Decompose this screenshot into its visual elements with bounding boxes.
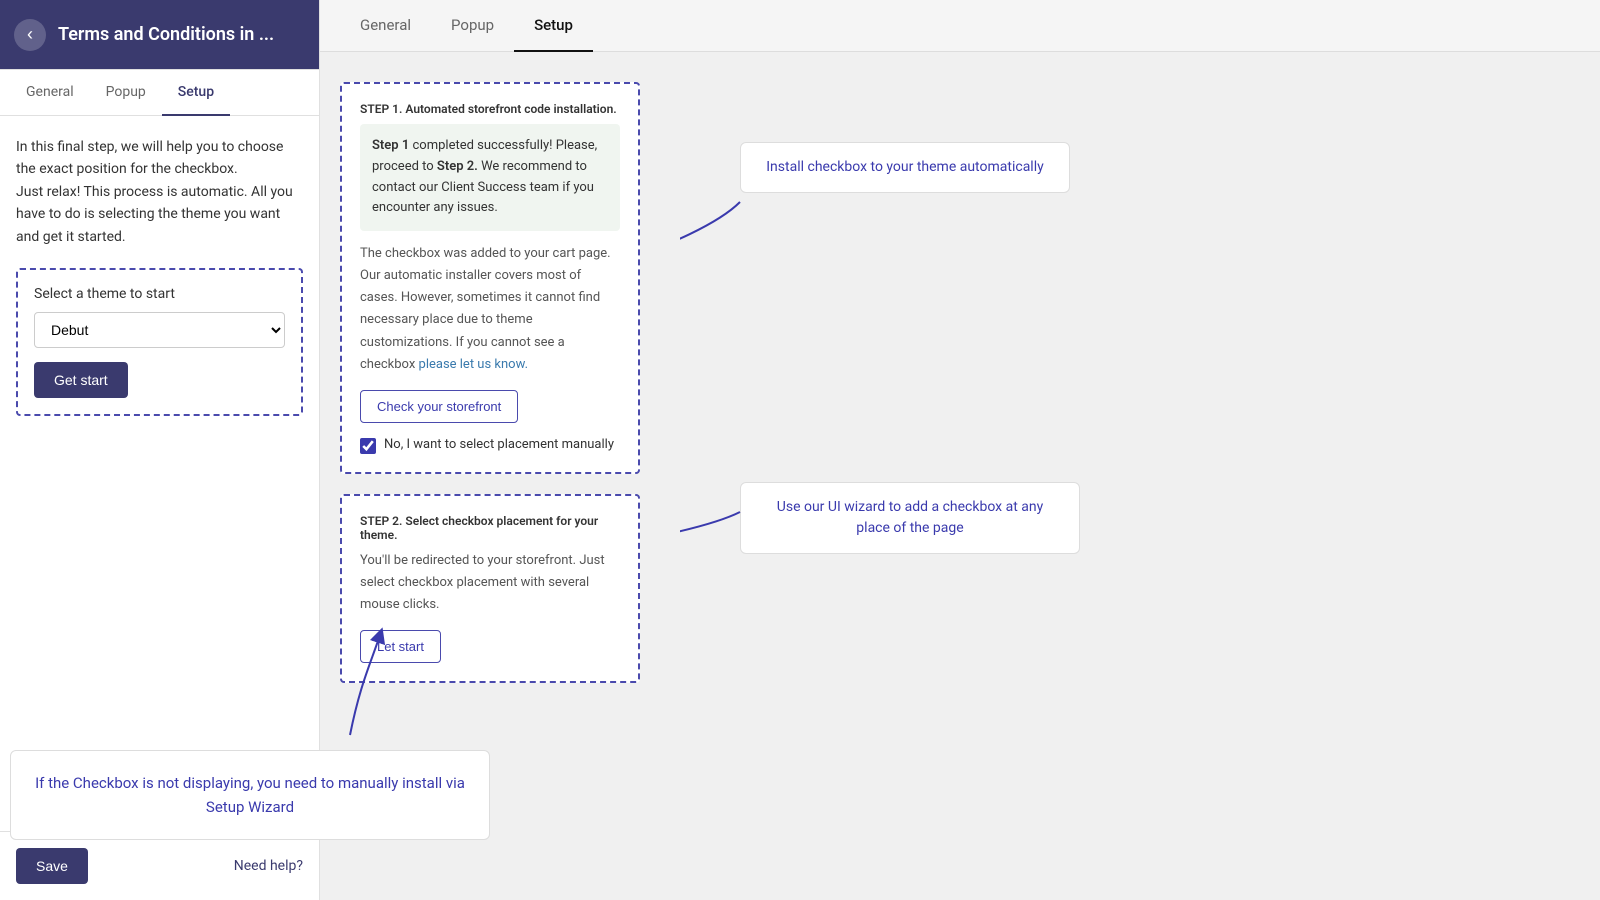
check-storefront-button[interactable]: Check your storefront: [360, 390, 518, 423]
annotation-middle-box: Use our UI wizard to add a checkbox at a…: [740, 482, 1080, 554]
manual-placement-label: No, I want to select placement manually: [384, 437, 614, 452]
save-button[interactable]: Save: [16, 848, 88, 884]
main-tab-setup[interactable]: Setup: [514, 0, 593, 52]
get-start-button[interactable]: Get start: [34, 362, 128, 398]
theme-select-label: Select a theme to start: [34, 286, 285, 302]
annotation-top-box: Install checkbox to your theme automatic…: [740, 142, 1070, 193]
manual-placement-row: No, I want to select placement manually: [360, 437, 620, 454]
annotation-top-text: Install checkbox to your theme automatic…: [766, 159, 1044, 175]
main-tab-general[interactable]: General: [340, 0, 431, 52]
theme-dropdown[interactable]: Debut: [34, 312, 285, 348]
step1-body-text: The checkbox was added to your cart page…: [360, 243, 620, 376]
sidebar-title: Terms and Conditions in ...: [58, 24, 274, 45]
please-let-us-know-link[interactable]: please let us know.: [419, 357, 528, 372]
step2-box: STEP 2. Select checkbox placement for yo…: [340, 494, 640, 683]
sidebar-header: ‹ Terms and Conditions in ...: [0, 0, 319, 70]
step1-box: STEP 1. Automated storefront code instal…: [340, 82, 640, 474]
step2-ref: Step 2.: [437, 159, 478, 174]
sidebar-tab-general[interactable]: General: [10, 70, 90, 116]
annotation-middle-text: Use our UI wizard to add a checkbox at a…: [777, 499, 1043, 536]
main-tabs: General Popup Setup: [320, 0, 1600, 52]
sidebar-tab-popup[interactable]: Popup: [90, 70, 162, 116]
sidebar-tab-setup[interactable]: Setup: [162, 70, 230, 116]
sidebar-footer: Save Need help?: [0, 831, 319, 900]
let-start-button[interactable]: Let start: [360, 630, 441, 663]
left-annotation-box: If the Checkbox is not displaying, you n…: [10, 750, 490, 840]
left-annotation-text: If the Checkbox is not displaying, you n…: [33, 771, 467, 819]
step2-label: STEP 2. Select checkbox placement for yo…: [360, 514, 620, 542]
sidebar-content: In this final step, we will help you to …: [0, 116, 319, 831]
theme-select-box: Select a theme to start Debut Get start: [16, 268, 303, 416]
manual-placement-checkbox[interactable]: [360, 438, 376, 454]
step1-label: STEP 1. Automated storefront code instal…: [360, 102, 620, 116]
sidebar-description: In this final step, we will help you to …: [16, 136, 303, 248]
main-tab-popup[interactable]: Popup: [431, 0, 514, 52]
back-button[interactable]: ‹: [14, 19, 46, 51]
step1-success-strong: Step 1: [372, 138, 409, 153]
annotations-area: Install checkbox to your theme automatic…: [680, 82, 1580, 870]
step1-success-box: Step 1 completed successfully! Please, p…: [360, 124, 620, 231]
main-content: General Popup Setup STEP 1. Automated st…: [320, 0, 1600, 900]
step2-desc: You'll be redirected to your storefront.…: [360, 550, 620, 616]
main-body: STEP 1. Automated storefront code instal…: [320, 52, 1600, 900]
sidebar-tabs: General Popup Setup: [0, 70, 319, 116]
need-help-link[interactable]: Need help?: [234, 858, 303, 874]
